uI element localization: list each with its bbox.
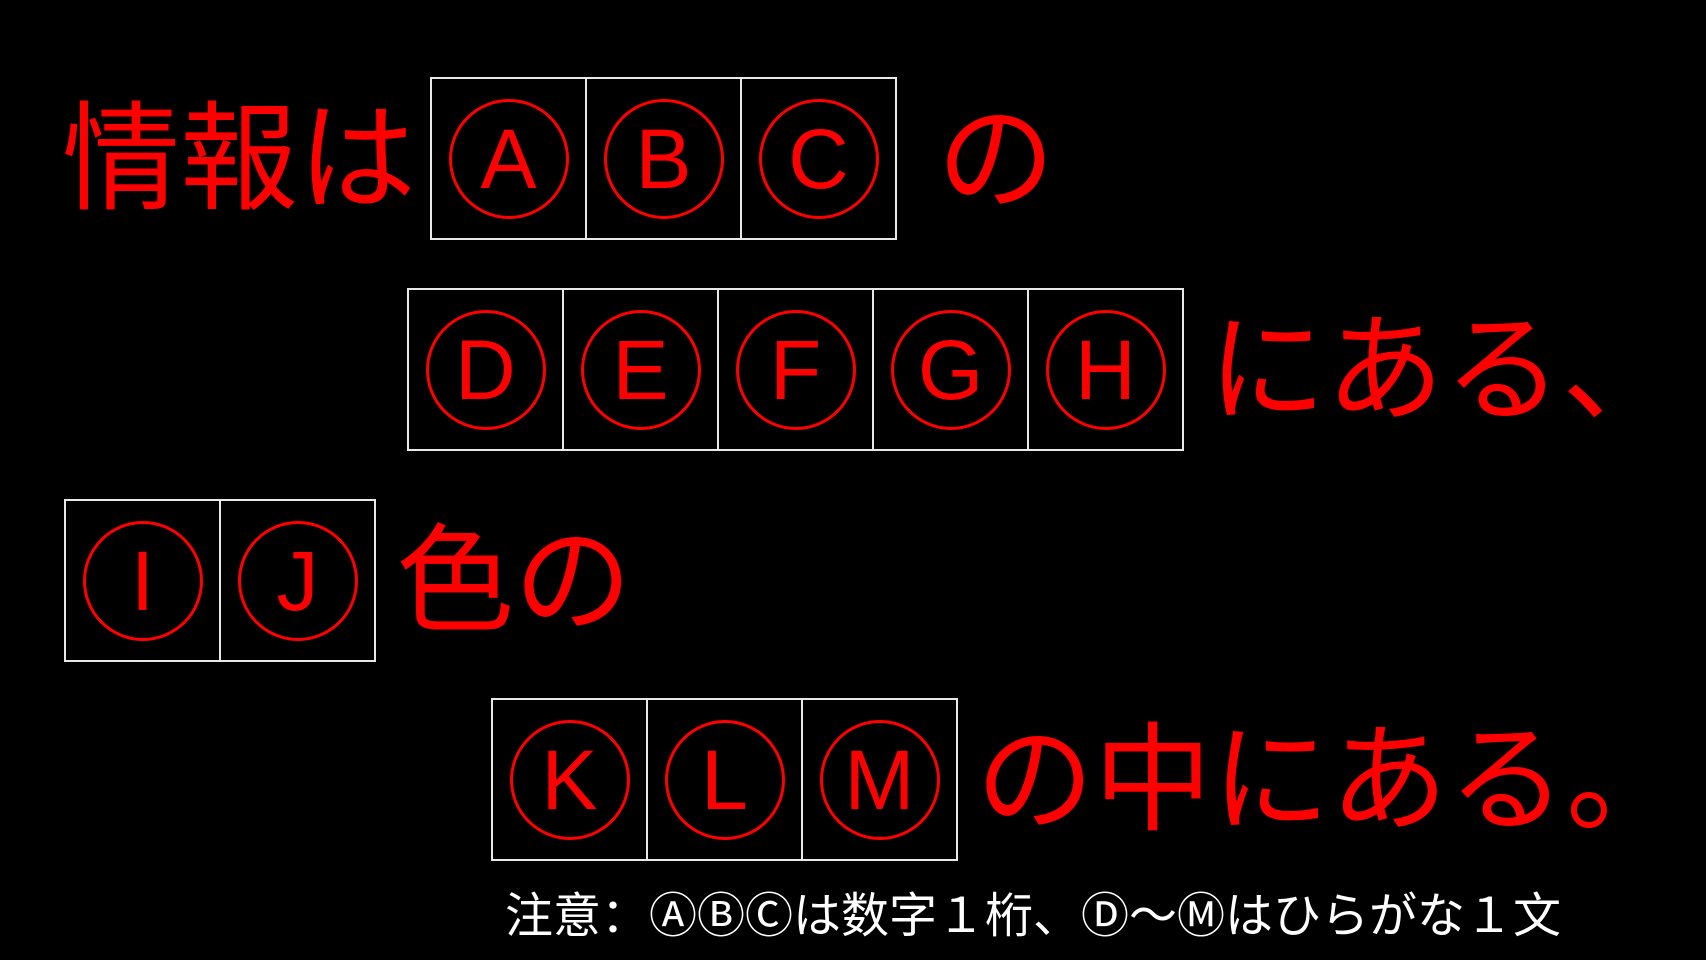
line-4-suffix: の中にある。 (976, 710, 1685, 849)
line-3-suffix: 色の (396, 511, 633, 650)
circled-letter-k: K (509, 719, 630, 840)
note-text: 注意：ⒶⒷⒸは数字１桁、Ⓓ〜Ⓜはひらがな１文 (505, 888, 1562, 944)
answer-box-a[interactable]: A (432, 79, 585, 238)
line-3: I J 色の (64, 499, 632, 662)
line-2-suffix: にある、 (1208, 300, 1681, 439)
circled-letter-l: L (664, 719, 785, 840)
line-2: D E F G H にある、 (407, 288, 1680, 451)
answer-boxes-abc: A B C (430, 77, 898, 240)
circled-letter-d: D (425, 309, 546, 430)
answer-box-k[interactable]: K (493, 700, 646, 859)
circled-letter-g: G (890, 309, 1011, 430)
circled-letter-i: I (82, 520, 203, 641)
answer-box-j[interactable]: J (219, 501, 374, 660)
answer-box-g[interactable]: G (872, 290, 1027, 449)
answer-box-d[interactable]: D (409, 290, 562, 449)
answer-box-i[interactable]: I (66, 501, 219, 660)
circled-letter-a: A (448, 98, 569, 219)
answer-box-e[interactable]: E (562, 290, 717, 449)
answer-box-c[interactable]: C (740, 79, 895, 238)
answer-boxes-dh: D E F G H (407, 288, 1184, 451)
line-1: 情報は A B C の (62, 77, 1055, 240)
circled-letter-f: F (735, 309, 856, 430)
answer-box-f[interactable]: F (717, 290, 872, 449)
circled-letter-e: E (580, 309, 701, 430)
circled-letter-j: J (237, 520, 358, 641)
answer-box-l[interactable]: L (646, 700, 801, 859)
answer-box-m[interactable]: M (801, 700, 956, 859)
answer-box-b[interactable]: B (585, 79, 740, 238)
line-1-suffix: の (937, 89, 1056, 228)
circled-letter-m: M (819, 719, 940, 840)
circled-letter-b: B (603, 98, 724, 219)
answer-boxes-km: K L M (491, 698, 958, 861)
circled-letter-h: H (1045, 309, 1166, 430)
answer-box-h[interactable]: H (1027, 290, 1182, 449)
line-4: K L M の中にある。 (491, 698, 1684, 861)
line-1-prefix: 情報は (62, 89, 417, 228)
answer-boxes-ij: I J (64, 499, 376, 662)
circled-letter-c: C (758, 98, 879, 219)
